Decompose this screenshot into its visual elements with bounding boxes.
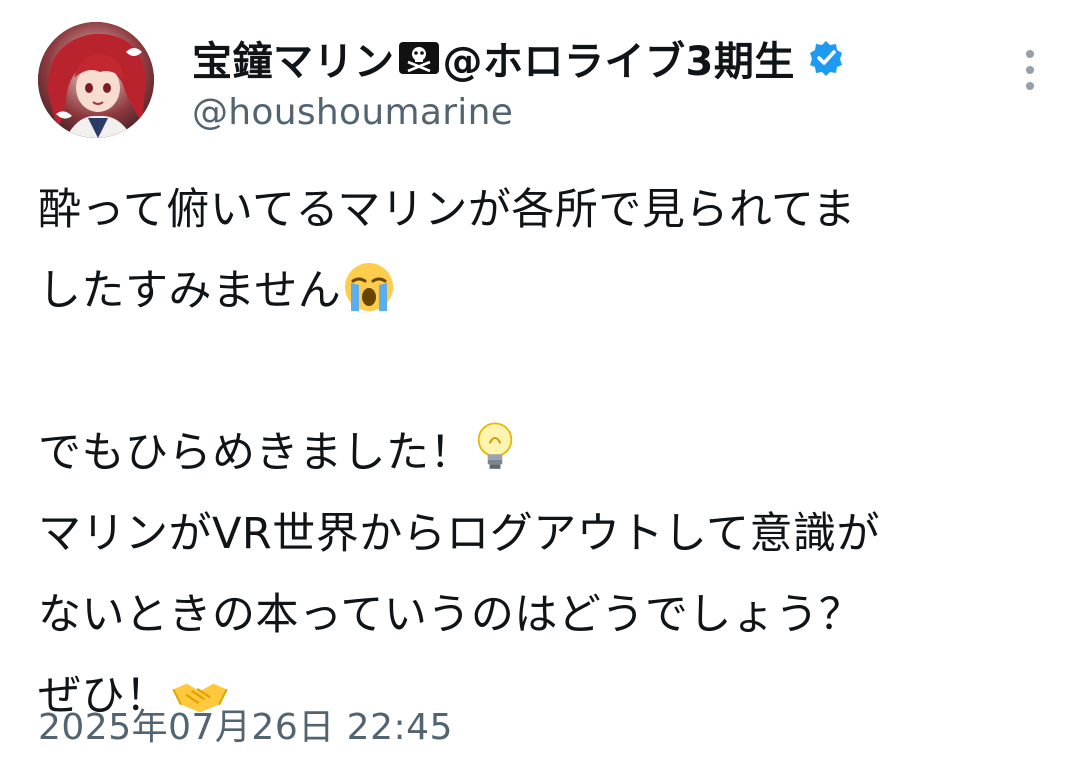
- more-options-icon[interactable]: [1016, 50, 1044, 90]
- display-name-suffix: @ホロライブ3期生: [442, 39, 795, 85]
- tweet-line: 酔って俯いてるマリンが各所で見られてま: [38, 185, 856, 235]
- tweet-header: 宝鐘マリン @ホロライブ3期生 @houshoumarine: [38, 22, 1048, 142]
- light-bulb-emoji: [475, 419, 515, 502]
- tweet-line-with-emoji: でもひらめきました！: [38, 413, 1048, 494]
- avatar-image: [38, 22, 154, 138]
- author-handle[interactable]: @houshoumarine: [192, 92, 952, 133]
- pirate-flag-icon: [397, 40, 441, 76]
- verified-badge-icon: [807, 39, 845, 77]
- menu-dot: [1026, 82, 1034, 90]
- tweet-timestamp[interactable]: 2025年07月26日 22:45: [38, 698, 453, 750]
- tweet-line: ないときの本っていうのはどうでしょう？: [38, 590, 863, 640]
- menu-dot: [1026, 66, 1034, 74]
- avatar[interactable]: [38, 22, 154, 138]
- tweet-line-with-emoji: したすみません: [38, 251, 1048, 332]
- tweet-card: 宝鐘マリン @ホロライブ3期生 @houshoumarine 酔って俯いてるマリ…: [0, 0, 1080, 764]
- display-name[interactable]: 宝鐘マリン: [192, 29, 395, 87]
- author-name-row[interactable]: 宝鐘マリン @ホロライブ3期生: [192, 29, 952, 87]
- author-info: 宝鐘マリン @ホロライブ3期生 @houshoumarine: [192, 32, 952, 133]
- tweet-text: 酔って俯いてるマリンが各所で見られてま したすみません でもひらめきました！ マ…: [38, 170, 1048, 737]
- menu-dot: [1026, 50, 1034, 58]
- loudly-crying-face-emoji: [343, 259, 395, 340]
- tweet-line: したすみません: [38, 266, 342, 316]
- tweet-line: マリンがVR世界からログアウトして意識が: [38, 509, 881, 559]
- tweet-line: でもひらめきました！: [38, 428, 473, 478]
